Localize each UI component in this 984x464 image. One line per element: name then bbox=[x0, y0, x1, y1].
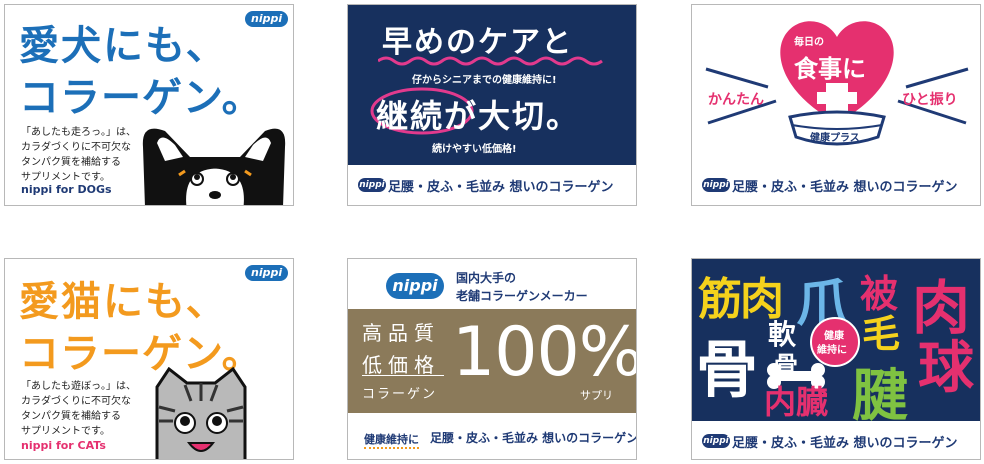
cat-body-4: サプリメントです。 bbox=[21, 426, 110, 437]
dog-body-2: カラダづくりに不可欠な bbox=[21, 142, 131, 153]
care-ad-card: 早めのケアと 仔からシニアまでの健康維持に! 継続が大切。 続けやすい低価格! … bbox=[347, 4, 637, 206]
left-text: かんたん bbox=[708, 92, 764, 108]
maker-line2: 老舗コラーゲンメーカー bbox=[456, 289, 588, 303]
dog-body-3: タンパク質を補給する bbox=[21, 157, 121, 168]
meal-footer: nippi 足腰・皮ふ・毛並み 想いのコラーゲン bbox=[692, 165, 980, 205]
care-main: 継続が大切。 bbox=[376, 97, 581, 135]
bowl-text: 健康プラス bbox=[810, 133, 860, 144]
dog-ad-card: nippi 愛犬にも、 コラーゲン。 「あしたも走ろっ。」は、 カラダづくりに不… bbox=[4, 4, 294, 206]
word-hone: 骨 bbox=[696, 333, 759, 406]
nippi-badge: nippi bbox=[358, 178, 386, 192]
heart-big-text: 食事に bbox=[794, 55, 866, 83]
price-label: 低価格 bbox=[362, 353, 440, 377]
heart-small-text: 毎日の bbox=[794, 37, 824, 48]
care-subtitle: 仔からシニアまでの健康維持に! bbox=[412, 75, 557, 86]
cat-illustration bbox=[155, 367, 247, 459]
maker-ad-card: nippi 国内大手の 老舗コラーゲンメーカー 高品質 低価格 コラーゲン 10… bbox=[347, 258, 637, 460]
divider bbox=[362, 375, 444, 376]
cat-brand: nippi for CATs bbox=[21, 439, 106, 452]
quality-label: 高品質 bbox=[362, 321, 440, 345]
word-kyu: 球 bbox=[918, 336, 974, 401]
dog-body-4: サプリメントです。 bbox=[21, 172, 110, 183]
care-footer: nippi 足腰・皮ふ・毛並み 想いのコラーゲン bbox=[348, 165, 636, 205]
body-footer: nippi 足腰・皮ふ・毛並み 想いのコラーゲン bbox=[692, 421, 980, 459]
dog-brand: nippi for DOGs bbox=[21, 183, 112, 196]
footer-text: 足腰・皮ふ・毛並み 想いのコラーゲン bbox=[388, 180, 614, 195]
meal-ad-card: 毎日の 食事に 健康プラス かんたん ひと振り nippi 足腰・皮ふ・毛並み … bbox=[691, 4, 981, 206]
nippi-badge: nippi bbox=[245, 11, 289, 27]
collagen-label: コラーゲン bbox=[362, 387, 438, 402]
body-ad-card: 筋肉 爪 被 毛 肉 球 骨 軟 骨 健康 維持に 内臓 腱 nippi 足腰・… bbox=[691, 258, 981, 460]
nippi-badge: nippi bbox=[702, 434, 730, 448]
health-circle-text-2: 維持に bbox=[817, 345, 847, 356]
word-mo: 毛 bbox=[862, 312, 901, 356]
nippi-badge: nippi bbox=[245, 265, 289, 281]
word-ken: 腱 bbox=[852, 364, 908, 429]
wave-underline bbox=[378, 56, 603, 66]
nippi-badge: nippi bbox=[702, 178, 730, 192]
nippi-logo: nippi bbox=[386, 273, 444, 299]
footer-text: 足腰・皮ふ・毛並み 想いのコラーゲン bbox=[732, 180, 958, 195]
cat-headline-1: 愛猫にも、 bbox=[19, 279, 228, 325]
right-text: ひと振り bbox=[902, 92, 958, 108]
dog-headline-1: 愛犬にも、 bbox=[19, 23, 228, 69]
maker-footer-lead: 健康維持に bbox=[364, 431, 419, 449]
cat-body-3: タンパク質を補給する bbox=[21, 411, 121, 422]
cat-ad-card: nippi 愛猫にも、 コラーゲン。 「あしたも遊ぼっ。」は、 カラダづくりに不… bbox=[4, 258, 294, 460]
care-small: 続けやすい低価格! bbox=[432, 144, 517, 155]
hundred-percent: 100% bbox=[452, 313, 637, 392]
supplement-label: サプリ bbox=[580, 389, 613, 402]
cat-body-2: カラダづくりに不可欠な bbox=[21, 396, 131, 407]
dog-body-1: 「あしたも走ろっ。」は、 bbox=[21, 127, 136, 138]
health-circle-text-1: 健康 bbox=[824, 331, 844, 342]
word-naizo: 内臓 bbox=[764, 383, 829, 421]
maker-line1: 国内大手の bbox=[456, 271, 517, 285]
dog-headline-2: コラーゲン。 bbox=[19, 75, 263, 121]
cat-body-1: 「あしたも遊ぼっ。」は、 bbox=[21, 381, 136, 392]
dog-illustration bbox=[142, 128, 286, 205]
maker-footer-text: 足腰・皮ふ・毛並み 想いのコラーゲン bbox=[430, 431, 637, 445]
footer-text: 足腰・皮ふ・毛並み 想いのコラーゲン bbox=[732, 436, 958, 451]
